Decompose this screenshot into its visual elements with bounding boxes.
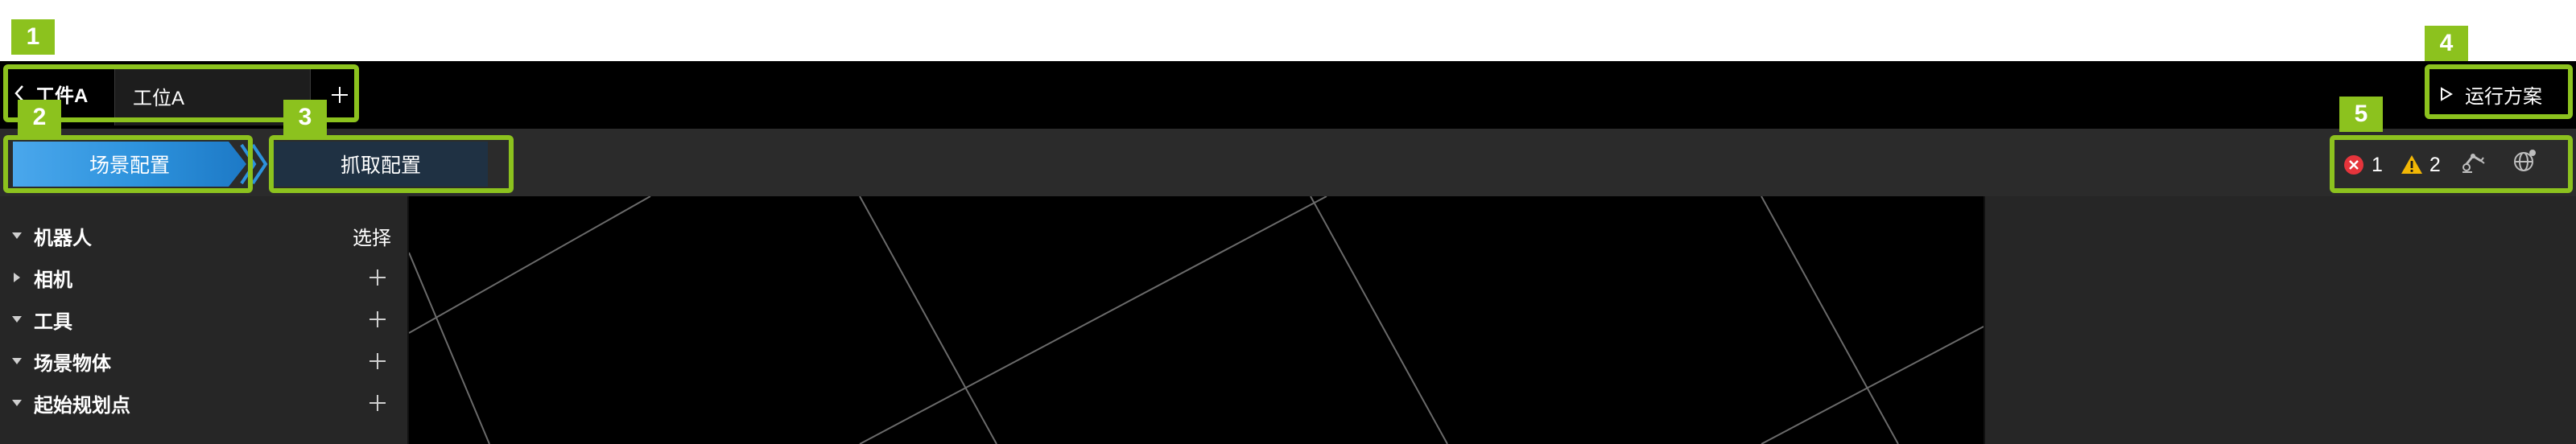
tree-item-robot[interactable]: 机器人 选择 (0, 216, 409, 256)
select-robot-button[interactable]: 选择 (353, 222, 391, 250)
tree-item-scene-objects[interactable]: 场景物体 (0, 341, 409, 381)
caret-down-icon[interactable] (11, 397, 23, 409)
tree-item-label: 起始规划点 (34, 394, 130, 417)
scene-tree-panel: 机器人 选择 相机 工具 场景物体 起始规划点 (0, 196, 409, 444)
3d-viewport[interactable] (409, 196, 1984, 444)
ground-grid (409, 196, 1984, 444)
callout-tag-5: 5 (2339, 97, 2383, 132)
tree-item-label: 工具 (34, 310, 72, 333)
tree-item-camera[interactable]: 相机 (0, 257, 409, 298)
tree-item-label: 相机 (34, 269, 72, 291)
add-camera-plus-icon[interactable] (369, 269, 386, 286)
callout-tag-1: 1 (11, 19, 55, 55)
callout-box-5 (2330, 135, 2573, 193)
callout-box-4 (2425, 64, 2573, 119)
title-bar (0, 61, 2576, 129)
callout-tag-3: 3 (283, 100, 327, 135)
callout-tag-4: 4 (2425, 26, 2468, 61)
properties-panel (1984, 196, 2576, 444)
caret-right-icon[interactable] (11, 272, 23, 283)
callout-tag-2: 2 (18, 100, 61, 135)
tree-item-label: 场景物体 (34, 352, 111, 375)
top-margin (0, 0, 2576, 61)
caret-down-icon[interactable] (11, 230, 23, 241)
add-tool-plus-icon[interactable] (369, 310, 386, 328)
tree-item-start-points[interactable]: 起始规划点 (0, 383, 409, 423)
add-scene-object-plus-icon[interactable] (369, 352, 386, 370)
caret-down-icon[interactable] (11, 314, 23, 325)
tree-item-label: 机器人 (34, 227, 92, 249)
callout-box-2 (3, 135, 253, 193)
callout-box-3 (269, 135, 514, 193)
caret-down-icon[interactable] (11, 356, 23, 367)
add-start-point-plus-icon[interactable] (369, 394, 386, 412)
tree-item-tool[interactable]: 工具 (0, 299, 409, 339)
